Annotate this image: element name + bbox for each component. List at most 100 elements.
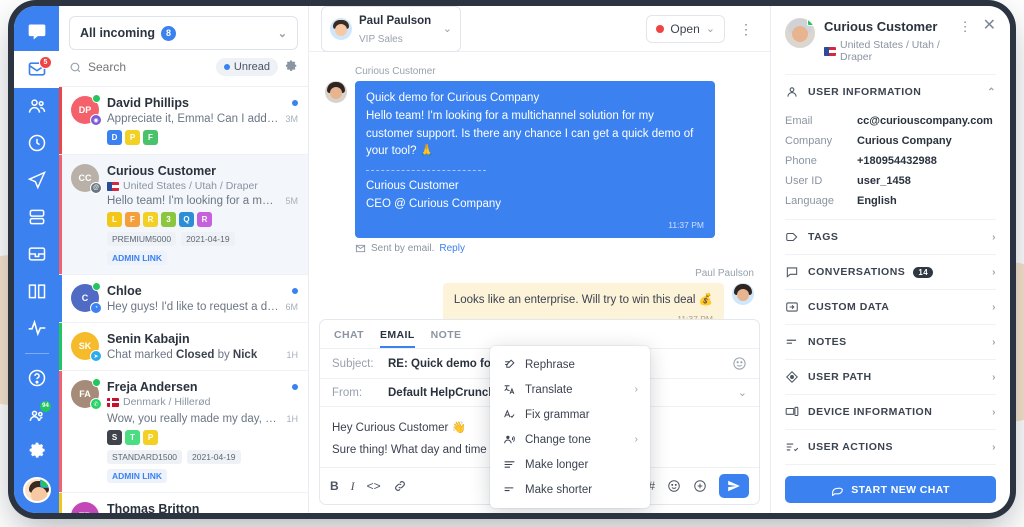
tag-square[interactable]: P [143, 430, 158, 445]
conversation-item-david-phillips[interactable]: DP ◉ David Phillips Appreciate it, Emma! Ca… [59, 87, 308, 155]
panel-user-location: United States / Utah / Draper [824, 39, 950, 63]
status-dropdown[interactable]: Open ⌄ [646, 14, 725, 43]
sent-by-text: Sent by email. [371, 243, 435, 255]
outgoing-message-bubble[interactable]: Looks like an enterprise. Will try to wi… [442, 283, 724, 319]
panel-section-label: DEVICE INFORMATION [808, 406, 933, 418]
panel-section-device-information[interactable]: DEVICE INFORMATION › [785, 394, 996, 429]
send-button[interactable] [719, 474, 749, 498]
nav-analytics[interactable] [14, 310, 59, 347]
conversation-meta: STANDARD1500 2021-04-19 ADMIN LINK [107, 450, 298, 483]
admin-link[interactable]: ADMIN LINK [107, 469, 168, 483]
code-icon[interactable]: <> [367, 479, 381, 493]
panel-section-tags[interactable]: TAGS › [785, 219, 996, 254]
ai-editor-menu[interactable]: Rephrase Translate › Fix grammar Change tone… [490, 346, 650, 508]
conversation-tags: STP [107, 430, 298, 445]
start-new-chat-button[interactable]: START NEW CHAT [785, 476, 996, 503]
current-user-avatar[interactable] [22, 476, 51, 503]
inbox-filter-dropdown[interactable]: All incoming 8 ⌄ [69, 16, 298, 50]
bold-icon[interactable]: B [330, 479, 339, 493]
conversation-item-chloe[interactable]: C ◔ Chloe Hey guys! I'd like to request a d… [59, 275, 308, 323]
conversation-list-panel: All incoming 8 ⌄ Unread DP◉David Phillip… [59, 6, 309, 513]
online-status-dot [807, 18, 815, 26]
avatar-face [30, 486, 47, 501]
panel-section-user-path[interactable]: USER PATH › [785, 359, 996, 394]
tag-square[interactable]: R [143, 212, 158, 227]
tag-square[interactable]: 3 [161, 212, 176, 227]
field-value: cc@curiouscompany.com [857, 115, 993, 127]
conversation-item-senin-kabajin[interactable]: SK ➤ Senin Kabajin Chat marked Closed by Ni… [59, 323, 308, 371]
ai-menu-item-make-longer[interactable]: Make longer [490, 452, 650, 477]
tag-square[interactable]: P [125, 130, 140, 145]
location-text: Denmark / Hillerød [123, 396, 211, 408]
tag-square[interactable]: S [107, 430, 122, 445]
nav-archive[interactable] [14, 236, 59, 273]
chevron-down-icon[interactable]: ⌄ [738, 386, 747, 399]
chat-panel: Paul Paulson VIP Sales ⌄ Open ⌄ ⋮ Curiou… [309, 6, 770, 513]
assignee-dropdown[interactable]: Paul Paulson VIP Sales ⌄ [321, 6, 461, 52]
channel-badge-icon: ➤ [90, 350, 102, 362]
message-body: Hello team! I'm looking for a multichann… [366, 109, 694, 158]
tag-square[interactable]: F [143, 130, 158, 145]
unread-filter-pill[interactable]: Unread [215, 58, 278, 76]
nav-knowledge[interactable] [14, 199, 59, 236]
italic-icon[interactable]: I [351, 479, 355, 494]
ai-menu-item-fix-grammar[interactable]: Fix grammar [490, 402, 650, 427]
nav-team[interactable]: 94 [14, 397, 59, 434]
panel-section-notes[interactable]: NOTES › [785, 324, 996, 359]
admin-link[interactable]: ADMIN LINK [107, 251, 168, 265]
panel-section-conversations[interactable]: CONVERSATIONS 14 › [785, 254, 996, 289]
meta-chip: STANDARD1500 [107, 450, 183, 464]
tag-square[interactable]: R [197, 212, 212, 227]
panel-section-custom-data[interactable]: CUSTOM DATA › [785, 289, 996, 324]
panel-more-menu-icon[interactable]: ⋮ [959, 20, 973, 33]
emoji-icon[interactable] [667, 479, 681, 493]
nav-contacts[interactable] [14, 88, 59, 125]
tag-square[interactable]: F [125, 212, 140, 227]
user-information-section-header[interactable]: USER INFORMATION ⌃ [785, 74, 996, 109]
link-icon[interactable] [393, 479, 407, 493]
nav-help[interactable] [14, 360, 59, 397]
incoming-message-row: Quick demo for Curious Company Hello tea… [325, 81, 754, 239]
nav-chat[interactable] [14, 14, 59, 51]
nav-book[interactable] [14, 273, 59, 310]
close-icon[interactable]: ✕ [983, 18, 996, 34]
conversation-item-freja-andersen[interactable]: FA ✆ Freja Andersen Denmark / Hillerød Wow, … [59, 371, 308, 493]
tab-chat[interactable]: CHAT [334, 320, 364, 348]
user-field-user-id: User ID user_1458 [785, 171, 996, 191]
nav-inbox[interactable]: 5 [14, 50, 59, 88]
ai-menu-item-change-tone[interactable]: Change tone › [490, 427, 650, 452]
tag-square[interactable]: L [107, 212, 122, 227]
incoming-message-bubble[interactable]: Quick demo for Curious Company Hello tea… [355, 81, 715, 239]
search-box[interactable] [69, 60, 210, 74]
ai-menu-item-rephrase[interactable]: Rephrase [490, 352, 650, 377]
nav-settings[interactable] [14, 434, 59, 471]
search-input[interactable] [88, 60, 210, 74]
ai-menu-item-make-shorter[interactable]: Make shorter [490, 477, 650, 502]
tag-square[interactable]: T [125, 430, 140, 445]
conversation-item-curious-customer[interactable]: CC @ Curious Customer United States / Utah … [59, 155, 308, 275]
panel-section-user-actions[interactable]: USER ACTIONS › [785, 429, 996, 464]
tag-square[interactable]: Q [179, 212, 194, 227]
nav-broadcast[interactable] [14, 162, 59, 199]
filter-wrapper: All incoming 8 ⌄ [59, 6, 308, 58]
attachment-add-icon[interactable] [693, 479, 707, 493]
panel-user-name: Curious Customer [824, 19, 938, 34]
ai-menu-item-label: Change tone [525, 433, 591, 446]
conversation-time: 5M [285, 196, 298, 206]
panel-sections[interactable]: TAGS › CONVERSATIONS 14 › CUSTOM DATA › NOTES › U… [785, 219, 996, 464]
assignee-text: Paul Paulson VIP Sales [359, 11, 431, 47]
filter-label: All incoming [80, 26, 155, 40]
gear-icon[interactable] [284, 60, 298, 74]
ai-menu-item-translate[interactable]: Translate › [490, 377, 650, 402]
conversation-item-thomas-britton[interactable]: TB◔ Thomas BrittonUnited Kingdom / HoveKo… [59, 493, 308, 513]
reply-link[interactable]: Reply [439, 243, 465, 254]
tab-email[interactable]: EMAIL [380, 320, 415, 348]
editor-tabs[interactable]: CHAT EMAIL NOTE [320, 320, 759, 349]
tag-square[interactable]: D [107, 130, 122, 145]
tab-note[interactable]: NOTE [431, 320, 462, 348]
unread-indicator [292, 384, 298, 390]
conversation-list[interactable]: DP ◉ David Phillips Appreciate it, Emma! Ca… [59, 87, 308, 513]
nav-history[interactable] [14, 125, 59, 162]
emoji-icon[interactable] [732, 356, 747, 371]
chat-more-menu-icon[interactable]: ⋮ [735, 22, 758, 36]
